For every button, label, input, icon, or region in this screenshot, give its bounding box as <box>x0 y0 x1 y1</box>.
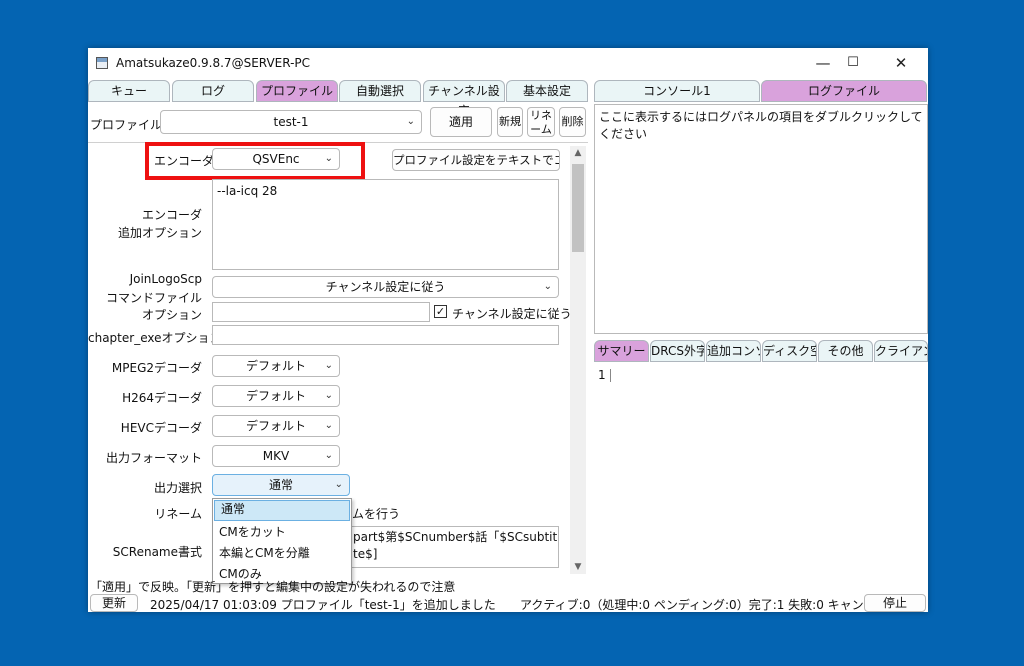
app-icon <box>96 57 108 69</box>
scroll-up-icon[interactable]: ▲ <box>570 146 586 160</box>
tab-queue[interactable]: キュー <box>88 80 170 102</box>
dropdown-option-normal[interactable]: 通常 <box>214 500 350 521</box>
chevron-down-icon: ⌄ <box>324 390 333 401</box>
output-select-value: 通常 <box>268 478 293 492</box>
joinlogo-select[interactable]: チャンネル設定に従う ⌄ <box>212 276 559 298</box>
tab-log-file[interactable]: ログファイル <box>761 80 927 102</box>
hevc-decoder-select[interactable]: デフォルト ⌄ <box>212 415 340 437</box>
chevron-down-icon: ⌄ <box>543 281 552 292</box>
profile-value: test-1 <box>273 115 309 129</box>
close-icon[interactable]: ✕ <box>882 52 920 74</box>
profile-select[interactable]: test-1 ⌄ <box>160 110 422 134</box>
output-select-dropdown[interactable]: 通常 CMをカット 本編とCMを分離 CMのみ <box>212 498 352 584</box>
summary-line-number: 1 <box>598 368 606 382</box>
tab-disk-space[interactable]: ディスク空 <box>762 340 817 362</box>
profile-label: プロファイル <box>90 118 163 132</box>
dropdown-option-split[interactable]: 本編とCMを分離 <box>213 543 351 564</box>
scroll-down-icon[interactable]: ▼ <box>570 560 586 574</box>
log-panel-text: ここに表示するにはログパネルの項目をダブルクリックしてください <box>599 110 923 141</box>
encoder-options-value: --la-icq 28 <box>217 184 278 198</box>
delete-button[interactable]: 削除 <box>559 107 586 137</box>
h264-decoder-select[interactable]: デフォルト ⌄ <box>212 385 340 407</box>
output-format-select[interactable]: MKV ⌄ <box>212 445 340 467</box>
dropdown-option-cut-cm[interactable]: CMをカット <box>213 522 351 543</box>
output-select[interactable]: 通常 ⌄ <box>212 474 350 496</box>
screname-line-2: te$] <box>353 547 378 561</box>
tab-log[interactable]: ログ <box>172 80 254 102</box>
title-bar: Amatsukaze0.9.8.7@SERVER-PC — ☐ ✕ <box>88 48 928 78</box>
tab-channel-settings[interactable]: チャンネル設定 <box>423 80 505 118</box>
app-window: Amatsukaze0.9.8.7@SERVER-PC — ☐ ✕ キュー ログ… <box>88 48 928 612</box>
highlight-box <box>145 142 365 180</box>
channel-checkbox[interactable]: ✓ <box>434 305 447 318</box>
hevc-decoder-label: HEVCデコーダ <box>120 421 202 435</box>
mpeg2-decoder-select[interactable]: デフォルト ⌄ <box>212 355 340 377</box>
tab-auto-select[interactable]: 自動選択 <box>339 80 421 102</box>
chevron-down-icon: ⌄ <box>334 479 343 490</box>
screname-label: SCRename書式 <box>112 545 202 559</box>
chapter-exe-label: chapter_exeオプション <box>88 331 222 345</box>
copy-profile-button[interactable]: プロファイル設定をテキストでコピー <box>392 149 560 171</box>
rename-option-text: ムを行う <box>352 507 401 521</box>
tab-profile[interactable]: プロファイル <box>256 80 338 102</box>
option-input[interactable] <box>212 302 430 322</box>
mpeg2-decoder-label: MPEG2デコーダ <box>111 361 202 375</box>
output-select-label: 出力選択 <box>153 481 202 495</box>
apply-button[interactable]: 適用 <box>430 107 492 137</box>
h264-decoder-value: デフォルト <box>245 389 306 403</box>
chevron-down-icon: ⌄ <box>324 360 333 371</box>
encoder-options-label-1: エンコーダ <box>141 208 202 222</box>
notice-text: 「適用」で反映。「更新」を押すと編集中の設定が失われるので注意 <box>90 580 456 594</box>
summary-panel[interactable]: 1 <box>594 362 928 588</box>
tab-drcs[interactable]: DRCS外字 <box>650 340 705 362</box>
chevron-down-icon: ⌄ <box>406 116 415 127</box>
encoder-options-label-2: 追加オプション <box>118 226 203 240</box>
screname-line-1: part$第$SCnumber$話「$SCsubtitle <box>353 530 559 544</box>
rename-button[interactable]: リネーム <box>527 107 555 137</box>
tab-summary[interactable]: サマリー <box>594 340 649 362</box>
chevron-down-icon: ⌄ <box>324 450 333 461</box>
scrollbar[interactable]: ▲ ▼ <box>570 146 586 574</box>
mpeg2-decoder-value: デフォルト <box>245 359 306 373</box>
tab-client[interactable]: クライアン <box>874 340 928 362</box>
window-title: Amatsukaze0.9.8.7@SERVER-PC <box>116 56 311 70</box>
chevron-down-icon: ⌄ <box>324 420 333 431</box>
status-counts: アクティブ:0（処理中:0 ペンディング:0）完了:1 失敗:0 キャンセル:0 <box>520 598 900 612</box>
rename-label: リネーム <box>154 507 202 521</box>
joinlogo-value: チャンネル設定に従う <box>325 280 446 294</box>
tab-other[interactable]: その他 <box>818 340 873 362</box>
encoder-options-textarea[interactable]: --la-icq 28 <box>212 179 559 270</box>
chapter-exe-input[interactable] <box>212 325 559 345</box>
output-format-label: 出力フォーマット <box>105 451 202 465</box>
h264-decoder-label: H264デコーダ <box>122 391 202 405</box>
maximize-icon[interactable]: ☐ <box>834 52 872 74</box>
output-format-value: MKV <box>262 449 290 463</box>
refresh-button[interactable]: 更新 <box>90 594 138 612</box>
log-panel[interactable]: ここに表示するにはログパネルの項目をダブルクリックしてください <box>594 104 928 334</box>
option-label: オプション <box>141 308 202 322</box>
text-cursor <box>610 369 611 382</box>
joinlogo-label-2: コマンドファイル <box>105 291 202 305</box>
stop-button[interactable]: 停止 <box>864 594 926 612</box>
tab-console[interactable]: コンソール1 <box>594 80 760 102</box>
joinlogo-label-1: JoinLogoScp <box>129 272 202 286</box>
scrollbar-thumb[interactable] <box>572 164 584 252</box>
hevc-decoder-value: デフォルト <box>245 419 306 433</box>
tab-basic-settings[interactable]: 基本設定 <box>506 80 588 102</box>
tab-extra-console[interactable]: 追加コンソ <box>706 340 761 362</box>
new-button[interactable]: 新規 <box>497 107 523 137</box>
status-message: 2025/04/17 01:03:09 プロファイル「test-1」を追加しまし… <box>150 598 496 612</box>
channel-checkbox-label: チャンネル設定に従う <box>452 307 572 321</box>
